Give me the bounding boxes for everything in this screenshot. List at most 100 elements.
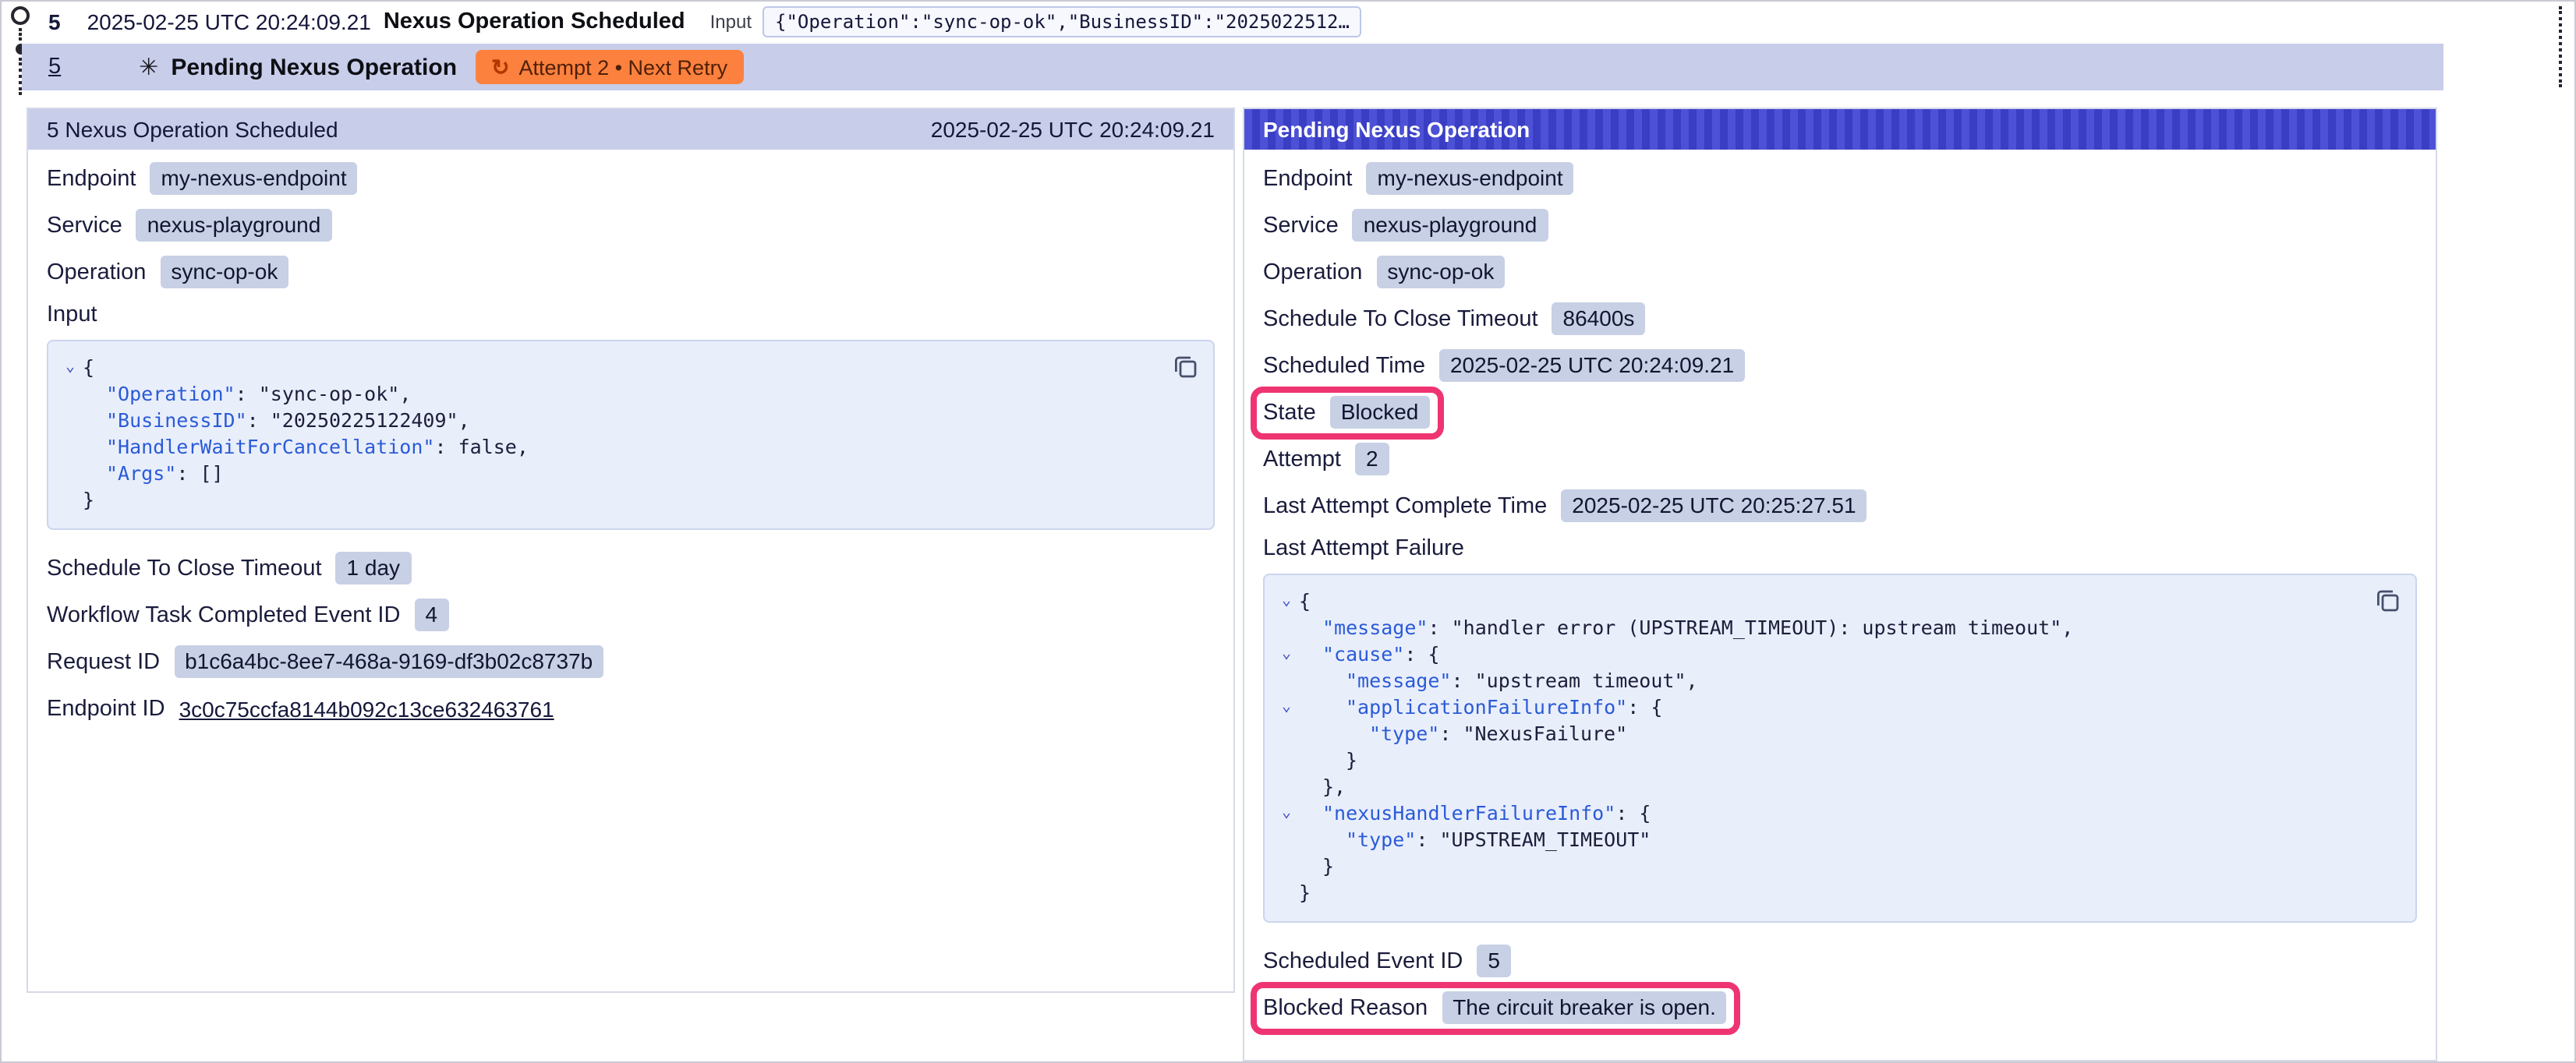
app-frame: 5 2025-02-25 UTC 20:24:09.21 Nexus Opera… [0, 0, 2576, 1063]
pending-panel-body: Endpoint my-nexus-endpoint Service nexus… [1244, 150, 2436, 1060]
field-value-chip: 2025-02-25 UTC 20:24:09.21 [1439, 349, 1745, 382]
field-row: State Blocked [1263, 396, 1429, 429]
field-value-chip: my-nexus-endpoint [150, 162, 358, 195]
code-gutter [58, 407, 83, 433]
pending-operation-icon: ✳ [139, 55, 158, 79]
screenshot-root: 5 2025-02-25 UTC 20:24:09.21 Nexus Opera… [0, 0, 2576, 1063]
pending-fields-top: Endpoint my-nexus-endpoint Service nexus… [1263, 162, 2417, 522]
scheduled-event-panel-header[interactable]: 5 Nexus Operation Scheduled 2025-02-25 U… [28, 109, 1233, 150]
right-dotted-rail [2559, 6, 2562, 87]
field-label: Scheduled Time [1263, 353, 1425, 378]
pending-operation-row[interactable]: 5 ✳ Pending Nexus Operation ↻ Attempt 2 … [22, 44, 2443, 90]
field-row: Last Attempt Complete Time 2025-02-25 UT… [1263, 489, 1867, 522]
field-label: Operation [47, 260, 146, 284]
field-label: Workflow Task Completed Event ID [47, 602, 400, 627]
endpoint-id-link[interactable]: 3c0c75ccfa8144b092c13ce632463761 [179, 696, 554, 721]
field-row: Operation sync-op-ok [1263, 256, 1505, 288]
event-input-label: Input [710, 11, 752, 33]
field-label: Schedule To Close Timeout [1263, 306, 1538, 331]
failure-json-viewer: ⌄{"message": "handler error (UPSTREAM_TI… [1263, 574, 2417, 923]
pending-panel-title: Pending Nexus Operation [1263, 117, 1530, 142]
field-value-chip: 1 day [336, 552, 412, 584]
field-value-chip: b1c6a4bc-8ee7-468a-9169-df3b02c8737b [174, 645, 603, 678]
field-label: Scheduled Event ID [1263, 948, 1463, 973]
event-input-preview[interactable]: {"Operation":"sync-op-ok","BusinessID":"… [763, 6, 1362, 37]
scheduled-fields-top: Endpoint my-nexus-endpoint Service nexus… [47, 162, 1215, 288]
field-row: Scheduled Event ID 5 [1263, 945, 1511, 977]
pending-event-id-link[interactable]: 5 [48, 55, 61, 79]
code-gutter [1274, 826, 1299, 853]
field-label: Endpoint ID [47, 696, 165, 721]
json-collapse-toggle-icon[interactable]: ⌄ [1274, 641, 1299, 667]
field-label: Operation [1263, 260, 1362, 284]
field-row: Schedule To Close Timeout 1 day [47, 552, 411, 584]
field-row: Service nexus-playground [47, 209, 331, 242]
field-value-chip: 4 [414, 599, 448, 631]
field-label: Request ID [47, 649, 160, 674]
field-label: Schedule To Close Timeout [47, 556, 322, 581]
json-collapse-toggle-icon[interactable]: ⌄ [58, 354, 83, 380]
event-timestamp: 2025-02-25 UTC 20:24:09.21 [87, 9, 371, 34]
field-label: Service [1263, 213, 1339, 238]
field-row: Workflow Task Completed Event ID 4 [47, 599, 448, 631]
pending-panel-header[interactable]: Pending Nexus Operation [1244, 109, 2436, 150]
code-gutter [1274, 773, 1299, 800]
timeline-open-node-icon [11, 6, 30, 25]
field-label: Last Attempt Complete Time [1263, 493, 1547, 518]
event-history-row[interactable]: 5 2025-02-25 UTC 20:24:09.21 Nexus Opera… [48, 2, 1362, 42]
field-row: Schedule To Close Timeout 86400s [1263, 302, 1645, 335]
scheduled-panel-title: 5 Nexus Operation Scheduled [47, 117, 338, 142]
json-collapse-toggle-icon[interactable]: ⌄ [1274, 800, 1299, 826]
copy-button[interactable] [2373, 586, 2401, 614]
field-label: State [1263, 400, 1316, 425]
field-row: Operation sync-op-ok [47, 256, 288, 288]
retry-badge-label: Attempt 2 • Next Retry [519, 55, 728, 79]
json-collapse-toggle-icon[interactable]: ⌄ [1274, 588, 1299, 614]
code-gutter [58, 486, 83, 513]
field-value-chip: nexus-playground [1353, 209, 1548, 242]
scheduled-panel-body: Endpoint my-nexus-endpoint Service nexus… [28, 150, 1233, 761]
code-gutter [58, 460, 83, 486]
json-collapse-toggle-icon[interactable]: ⌄ [1274, 694, 1299, 720]
field-row: Request ID b1c6a4bc-8ee7-468a-9169-df3b0… [47, 645, 603, 678]
timeline-connector [19, 28, 22, 41]
field-row: Service nexus-playground [1263, 209, 1548, 242]
field-label: Blocked Reason [1263, 995, 1428, 1020]
scheduled-event-panel: 5 Nexus Operation Scheduled 2025-02-25 U… [27, 108, 1235, 993]
event-title: Nexus Operation Scheduled [384, 9, 685, 34]
field-row: Blocked Reason The circuit breaker is op… [1263, 991, 1727, 1024]
copy-icon [1171, 352, 1199, 380]
field-label: Endpoint [47, 166, 136, 191]
scheduled-fields-bottom: Schedule To Close Timeout 1 day Workflow… [47, 552, 1215, 678]
code-gutter [1274, 747, 1299, 773]
field-label: Attempt [1263, 447, 1341, 471]
code-gutter [58, 380, 83, 407]
field-value-chip: sync-op-ok [160, 256, 288, 288]
copy-button[interactable] [1171, 352, 1199, 380]
input-json-viewer: ⌄{"Operation": "sync-op-ok","BusinessID"… [47, 340, 1215, 530]
code-gutter [1274, 614, 1299, 641]
field-row: Attempt 2 [1263, 443, 1389, 475]
field-value-chip: 2025-02-25 UTC 20:25:27.51 [1561, 489, 1867, 522]
field-value-chip: 86400s [1552, 302, 1646, 335]
field-row: Endpoint my-nexus-endpoint [1263, 162, 1574, 195]
retry-attempt-badge: ↻ Attempt 2 • Next Retry [476, 50, 743, 84]
pending-fields-bottom: Scheduled Event ID 5 Blocked Reason The … [1263, 945, 2417, 1024]
field-row: Scheduled Time 2025-02-25 UTC 20:24:09.2… [1263, 349, 1745, 382]
field-value-chip: Blocked [1330, 396, 1430, 429]
scheduled-panel-timestamp: 2025-02-25 UTC 20:24:09.21 [931, 117, 1215, 142]
field-label: Endpoint [1263, 166, 1353, 191]
code-gutter [1274, 879, 1299, 906]
code-gutter [1274, 853, 1299, 879]
field-value-chip: 5 [1477, 945, 1511, 977]
field-value-chip: sync-op-ok [1376, 256, 1505, 288]
code-gutter [1274, 720, 1299, 747]
retry-icon: ↻ [491, 56, 509, 78]
field-label: Service [47, 213, 122, 238]
event-id-link[interactable]: 5 [48, 9, 61, 34]
field-value-chip: nexus-playground [136, 209, 332, 242]
pending-operation-panel: Pending Nexus Operation Endpoint my-nexu… [1243, 108, 2437, 1061]
copy-icon [2373, 586, 2401, 614]
code-gutter [1274, 667, 1299, 694]
failure-section-label: Last Attempt Failure [1263, 536, 2417, 561]
